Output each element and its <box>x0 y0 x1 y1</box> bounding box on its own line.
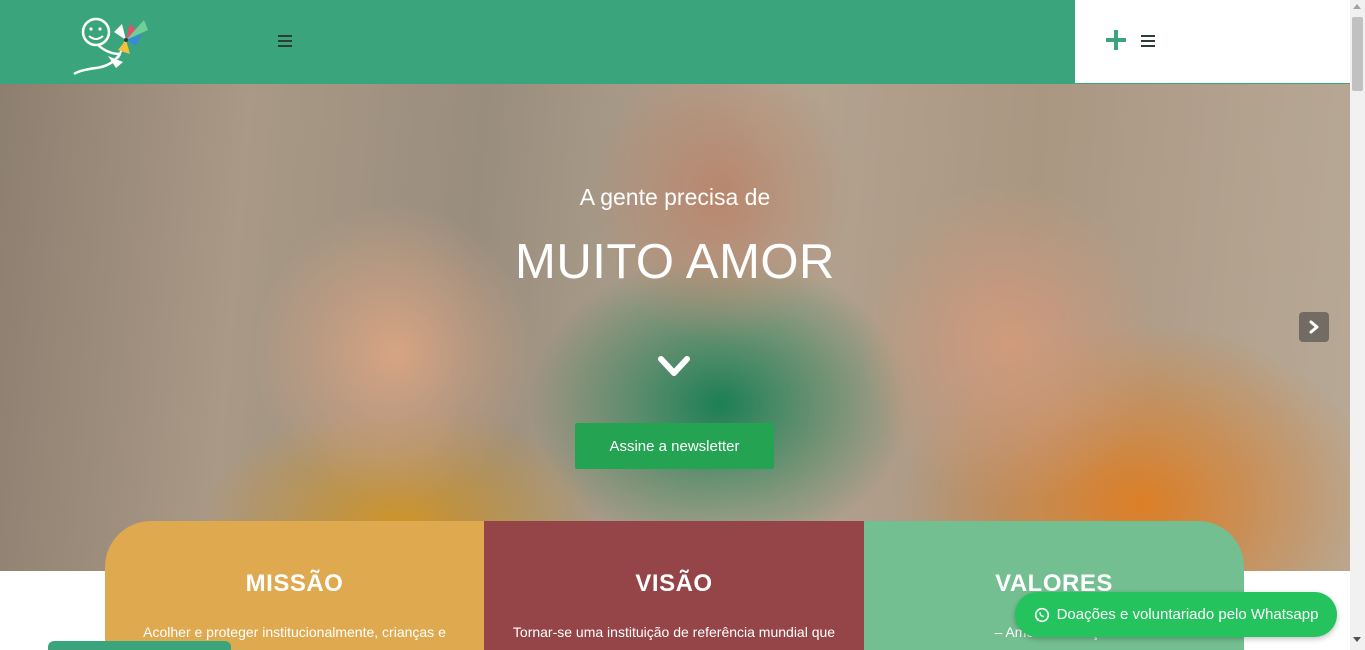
logo[interactable] <box>68 10 158 78</box>
card-title: VISÃO <box>635 570 713 597</box>
chevron-right-icon[interactable] <box>1299 312 1329 342</box>
hero-slider: A gente precisa de MUITO AMOR Assine a n… <box>0 84 1350 571</box>
scroll-up-arrow-icon[interactable] <box>1353 4 1361 9</box>
page-scrollbar[interactable] <box>1350 0 1365 650</box>
whatsapp-button[interactable]: Doações e voluntariado pelo Whatsapp <box>1015 592 1337 637</box>
hero-title: MUITO AMOR <box>515 235 835 289</box>
plus-icon[interactable] <box>1106 29 1128 51</box>
hero-image-overlay <box>0 84 1350 571</box>
child-with-pinwheel-logo-icon <box>73 17 148 76</box>
whatsapp-icon <box>1034 607 1049 622</box>
card-visao: VISÃO Tornar-se uma instituição de refer… <box>484 521 864 650</box>
chevron-down-icon[interactable] <box>658 356 690 378</box>
card-text: Acolher e proteger institucionalmente, c… <box>143 624 446 640</box>
hamburger-icon[interactable] <box>1141 35 1155 47</box>
scroll-thumb[interactable] <box>1352 17 1363 91</box>
bottom-tab[interactable] <box>48 641 231 650</box>
top-nav-bar <box>0 0 1075 84</box>
card-text: Tornar-se uma instituição de referência … <box>512 624 836 640</box>
card-missao: MISSÃO Acolher e proteger institucionalm… <box>105 521 484 650</box>
scroll-down-arrow-icon[interactable] <box>1353 637 1361 642</box>
whatsapp-label: Doações e voluntariado pelo Whatsapp <box>1056 606 1319 623</box>
hamburger-icon[interactable] <box>278 35 292 47</box>
hero-subtitle: A gente precisa de <box>579 184 771 210</box>
newsletter-button[interactable]: Assine a newsletter <box>575 423 774 469</box>
card-title: MISSÃO <box>245 570 344 597</box>
header-actions <box>1075 0 1350 84</box>
